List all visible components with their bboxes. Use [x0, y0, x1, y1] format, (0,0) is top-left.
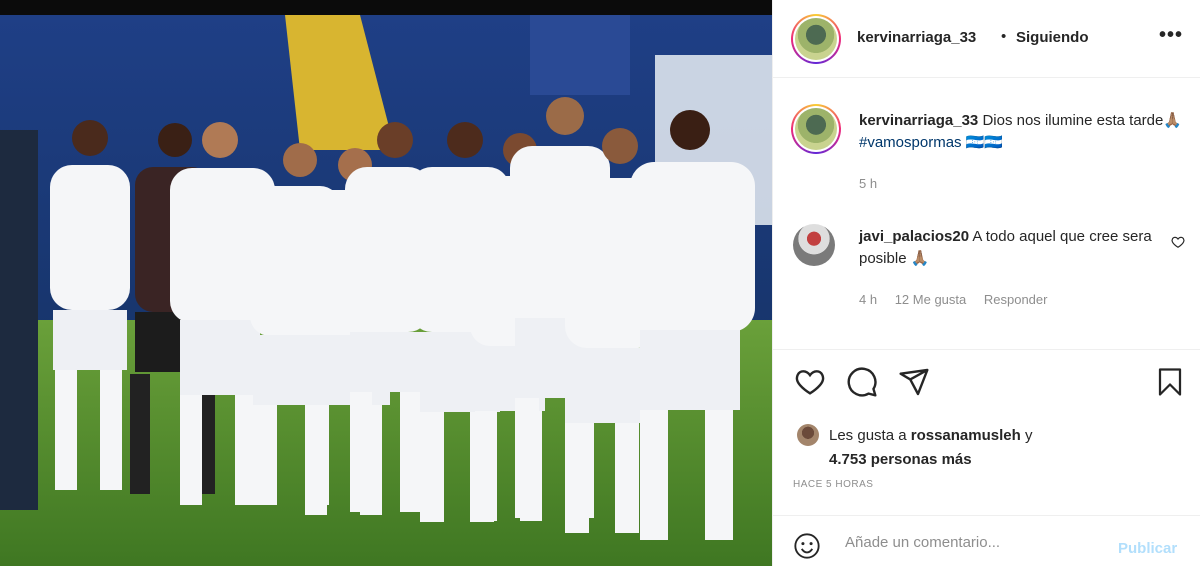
likes-prefix: Les gusta a	[829, 427, 907, 444]
caption-text: Dios nos ilumine esta tarde🙏🏽	[982, 112, 1183, 129]
post-sidebar: kervinarriaga_33 • Siguiendo ••• kervina…	[772, 0, 1200, 566]
reply-button[interactable]: Responder	[984, 292, 1048, 307]
liker-username[interactable]: rossanamusleh	[911, 427, 1021, 444]
publish-button[interactable]: Publicar	[1118, 540, 1177, 557]
comment-time[interactable]: 4 h	[859, 292, 877, 307]
post-photo[interactable]	[0, 0, 772, 566]
comment-meta: 4 h 12 Me gusta Responder	[859, 292, 1061, 307]
caption-emoji: 🇭🇳🇭🇳	[965, 134, 1004, 151]
comment-like-icon[interactable]	[1171, 235, 1185, 254]
more-options-icon[interactable]: •••	[1159, 24, 1183, 47]
comment-icon[interactable]	[845, 366, 879, 403]
caption-time[interactable]: 5 h	[859, 176, 877, 191]
separator-dot: •	[1001, 28, 1007, 45]
comment-username[interactable]: javi_palacios20	[859, 228, 969, 245]
team-photo-image	[0, 0, 772, 566]
post-timestamp[interactable]: HACE 5 HORAS	[793, 479, 873, 490]
emoji-icon[interactable]	[793, 532, 821, 565]
likes-and: y	[1024, 427, 1033, 444]
post-header: kervinarriaga_33 • Siguiendo •••	[773, 0, 1200, 78]
comment-input[interactable]	[843, 528, 1107, 556]
post-caption: kervinarriaga_33 Dios nos ilumine esta t…	[859, 110, 1189, 154]
bookmark-icon[interactable]	[1155, 366, 1185, 403]
caption-avatar[interactable]	[791, 104, 841, 154]
likes-others[interactable]: 4.753 personas más	[829, 451, 972, 468]
comment-item: javi_palacios20 A todo aquel que cree se…	[859, 226, 1159, 270]
post-actions: Les gusta a rossanamusleh y 4.753 person…	[773, 349, 1200, 510]
share-icon[interactable]	[897, 366, 931, 403]
following-button[interactable]: Siguiendo	[1016, 29, 1089, 46]
author-username[interactable]: kervinarriaga_33	[857, 29, 976, 46]
likes-summary: Les gusta a rossanamusleh y 4.753 person…	[829, 424, 1129, 472]
heart-icon[interactable]	[793, 366, 827, 403]
comments-list: kervinarriaga_33 Dios nos ilumine esta t…	[773, 78, 1200, 348]
caption-username[interactable]: kervinarriaga_33	[859, 112, 978, 129]
comment-likes[interactable]: 12 Me gusta	[895, 292, 967, 307]
commenter-avatar[interactable]	[793, 224, 835, 266]
comment-composer: Publicar	[773, 515, 1200, 567]
author-avatar[interactable]	[791, 14, 841, 64]
liker-avatar[interactable]	[797, 424, 819, 446]
caption-hashtag[interactable]: #vamospormas	[859, 134, 962, 151]
